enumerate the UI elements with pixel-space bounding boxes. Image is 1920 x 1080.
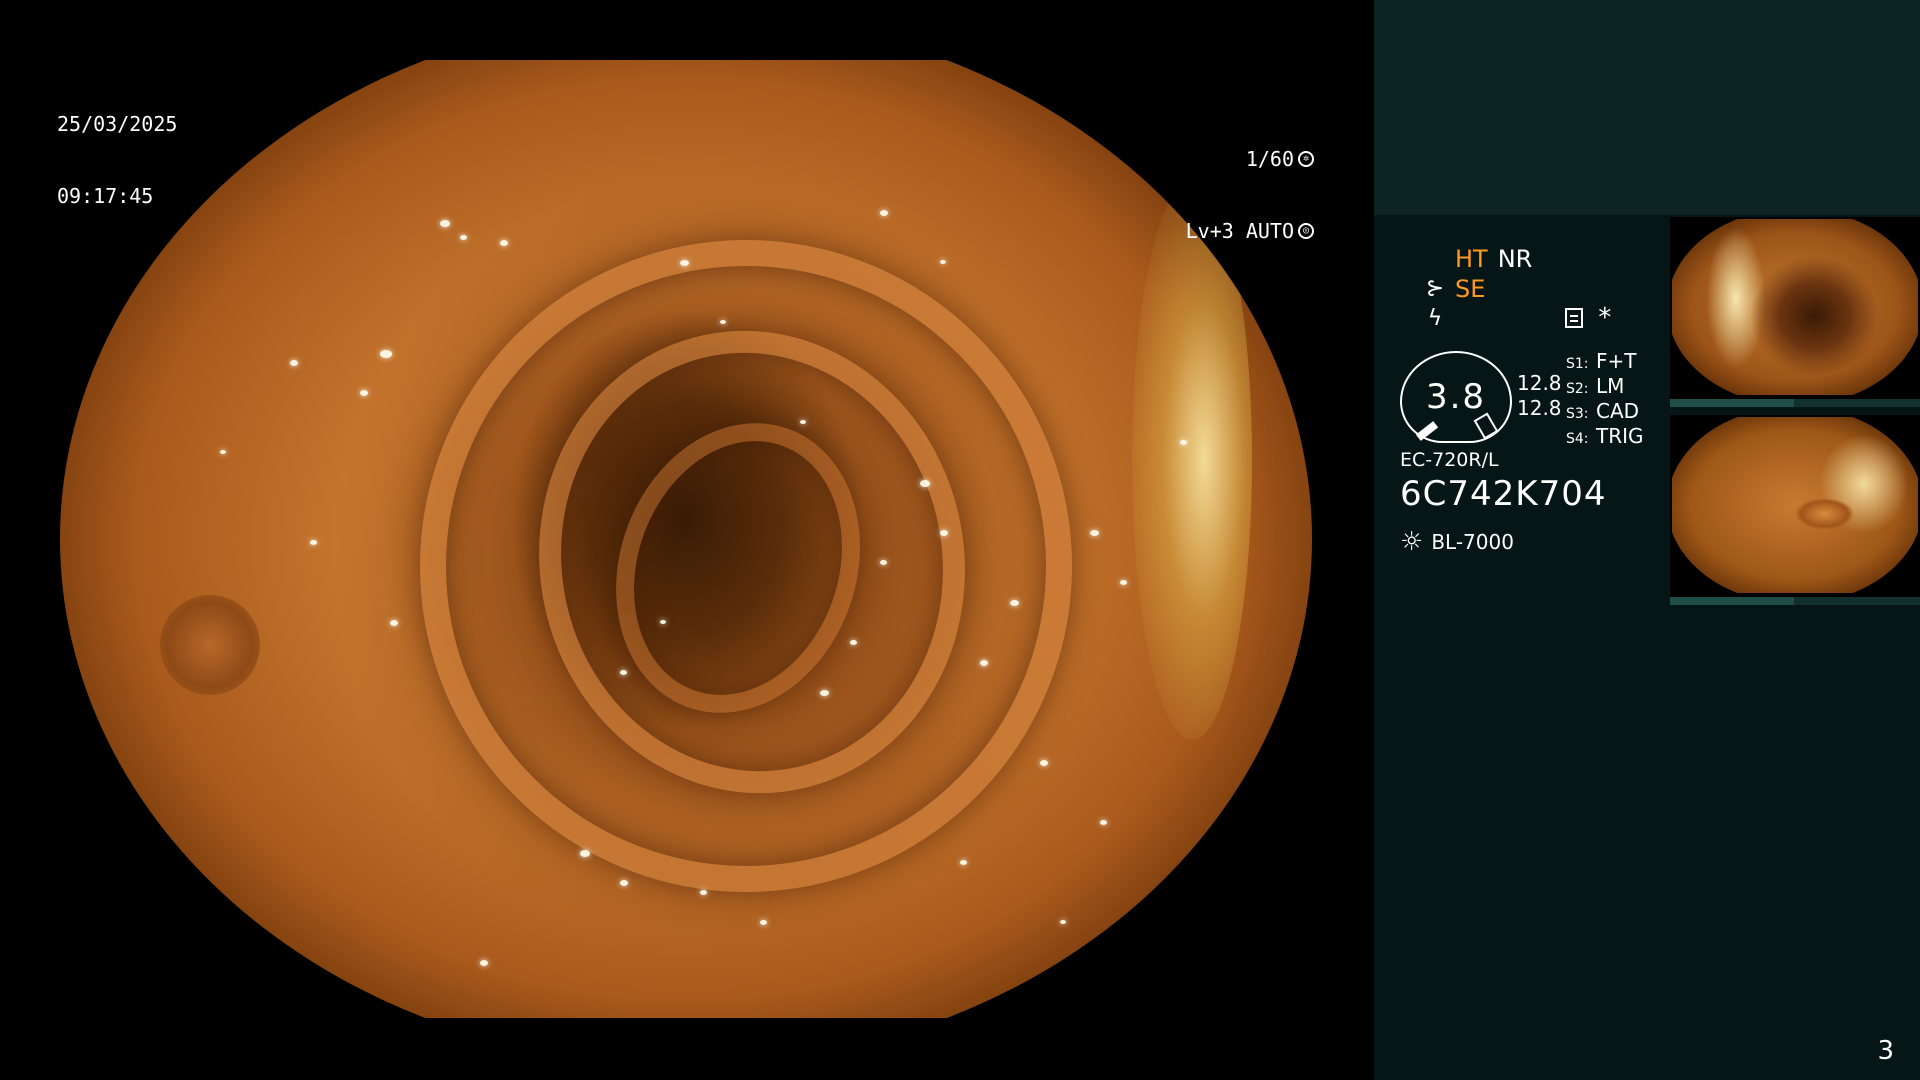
specular-highlight [1180, 440, 1187, 445]
specular-highlight [880, 560, 887, 565]
switch-row: S3: CAD [1566, 399, 1644, 424]
specular-highlight [440, 220, 450, 227]
gauge-readouts: 12.8 12.8 [1517, 371, 1562, 421]
specular-highlight [500, 240, 508, 246]
specular-highlight [940, 260, 946, 264]
specular-highlight [800, 420, 806, 424]
status-icons: * [1565, 305, 1613, 331]
switch-value: CAD [1596, 399, 1640, 423]
specular-highlight [220, 450, 226, 454]
switch-key: S2: [1566, 381, 1589, 397]
specular-highlight [1100, 820, 1107, 825]
gauge-readout-1: 12.8 [1517, 371, 1562, 395]
thumbnail-image [1672, 219, 1918, 395]
switch-value: TRIG [1596, 424, 1644, 448]
thumbnail-image [1672, 417, 1918, 593]
mode-row-2: ⊱ SE [1425, 274, 1532, 304]
asterisk-indicator: * [1597, 303, 1613, 333]
specular-highlight [310, 540, 317, 545]
specular-highlight [1120, 580, 1127, 585]
specular-highlight [360, 390, 368, 396]
specular-highlight [580, 850, 590, 857]
sun-icon: ☼ [1400, 527, 1424, 557]
mode-nr: NR [1497, 245, 1533, 273]
specular-highlight [940, 530, 948, 536]
doc-icon [1565, 308, 1583, 328]
specular-highlight [290, 360, 298, 366]
exposure-overlay: 1/60 ✲ Lv+3 AUTO ◎ [1186, 99, 1314, 267]
specular-highlight [960, 860, 967, 865]
specular-highlight [760, 920, 767, 925]
specular-highlight [850, 640, 857, 645]
thumbnail-bar [1670, 597, 1920, 605]
specular-highlight [480, 960, 488, 966]
switch-assignments: S1: F+T S2: LM S3: CAD S4: TRIG [1566, 349, 1644, 449]
gauge-value: 3.8 [1425, 377, 1487, 417]
specular-highlight [460, 235, 467, 240]
mode-row-1: HT NR [1425, 244, 1532, 274]
image-mode-block: HT NR ⊱ SE ϟ [1425, 244, 1533, 334]
capture-thumbnail-1[interactable] [1670, 217, 1920, 407]
mode-se: SE [1455, 275, 1486, 303]
specular-highlight [1040, 760, 1048, 766]
gauge-readout-2: 12.8 [1517, 396, 1562, 420]
switch-key: S1: [1566, 356, 1589, 372]
specular-highlight [700, 890, 707, 895]
switch-row: S1: F+T [1566, 349, 1644, 374]
specular-highlight [920, 480, 930, 487]
level-mode-text: Lv+3 AUTO [1185, 219, 1294, 243]
specular-highlight [620, 880, 628, 886]
light-source-text: BL-7000 [1431, 530, 1514, 554]
switch-key: S3: [1566, 406, 1589, 422]
specular-highlight [980, 660, 988, 666]
mode-ht: HT [1455, 245, 1488, 273]
specular-highlight [720, 320, 726, 324]
light-source-row: ☼ BL-7000 [1400, 527, 1514, 557]
switch-row: S4: TRIG [1566, 424, 1644, 449]
mode-row-3: ϟ [1425, 304, 1532, 334]
switch-key: S4: [1566, 431, 1589, 447]
time-text: 09:17:45 [57, 184, 154, 208]
specular-highlight [620, 670, 627, 675]
lesion-spot [160, 595, 260, 695]
right-top-panel [1374, 0, 1920, 215]
specular-highlight [820, 690, 829, 696]
scope-model: EC-720R/L [1400, 449, 1499, 471]
serial-number: 6C742K704 [1400, 474, 1607, 514]
scope-tip-icon: ⊱ [1425, 276, 1445, 301]
specular-highlight [1060, 920, 1066, 924]
specular-highlight [660, 620, 666, 624]
specular-highlight [1090, 530, 1099, 536]
capture-thumbnail-2[interactable] [1670, 415, 1920, 605]
thumbnail-bar [1670, 399, 1920, 407]
switch-value: LM [1596, 374, 1625, 398]
specular-highlight [680, 260, 689, 266]
shutter-speed-text: 1/60 [1245, 147, 1294, 171]
gauge-needle-icon [1415, 421, 1439, 441]
datetime-overlay: 25/03/2025 09:17:45 [57, 64, 177, 232]
shutter-icon: ✲ [1298, 151, 1314, 167]
endoscope-live-view [60, 60, 1312, 1018]
specular-highlight [880, 210, 888, 216]
lightning-icon: ϟ [1427, 306, 1443, 331]
shutter-row: 1/60 ✲ [1186, 147, 1314, 171]
date-text: 25/03/2025 [57, 112, 178, 136]
switch-value: F+T [1596, 349, 1637, 373]
insertion-gauge: 3.8 [1400, 351, 1512, 443]
level-row: Lv+3 AUTO ◎ [1186, 219, 1314, 243]
specular-highlight [390, 620, 398, 626]
switch-row: S2: LM [1566, 374, 1644, 399]
specular-highlight [1010, 600, 1019, 606]
specular-highlight [380, 350, 392, 358]
page-number: 3 [1877, 1036, 1894, 1066]
iris-icon: ◎ [1298, 223, 1314, 239]
